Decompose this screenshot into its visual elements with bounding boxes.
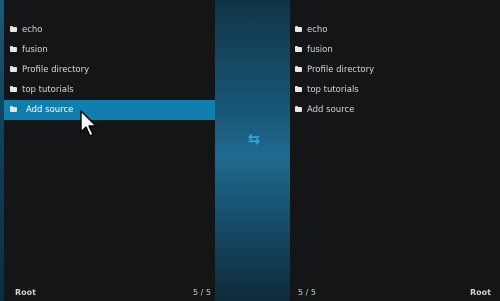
item-label: Profile directory: [307, 65, 375, 75]
folder-icon: [295, 86, 302, 92]
right-item-profile-directory[interactable]: Profile directory: [290, 60, 500, 80]
folder-icon: [295, 46, 302, 52]
left-item-add-source[interactable]: Add source: [4, 100, 215, 120]
folder-icon: [295, 106, 302, 112]
center-divider-panel: ⇆: [215, 0, 290, 301]
folder-icon: [10, 26, 17, 32]
item-label: top tutorials: [307, 85, 359, 95]
item-label: Add source: [26, 105, 74, 115]
left-source-list: echo fusion Profile directory top tutori…: [0, 20, 215, 120]
folder-icon: [295, 26, 302, 32]
item-label: echo: [22, 25, 43, 35]
right-item-add-source[interactable]: Add source: [290, 100, 500, 120]
right-source-list: echo fusion Profile directory top tutori…: [290, 20, 500, 120]
swap-arrows-icon[interactable]: ⇆: [245, 132, 263, 147]
left-file-pane: echo fusion Profile directory top tutori…: [0, 0, 215, 301]
item-label: fusion: [307, 45, 333, 55]
right-item-echo[interactable]: echo: [290, 20, 500, 40]
item-label: top tutorials: [22, 85, 74, 95]
right-item-count: 5 / 5: [298, 288, 316, 297]
folder-icon: [10, 46, 17, 52]
right-file-pane: echo fusion Profile directory top tutori…: [290, 0, 500, 301]
item-label: Profile directory: [22, 65, 90, 75]
left-item-count: 5 / 5: [193, 288, 211, 297]
mouse-pointer-icon: [80, 110, 97, 137]
right-path-label: Root: [470, 288, 491, 297]
left-item-fusion[interactable]: fusion: [0, 40, 215, 60]
item-label: Add source: [307, 105, 355, 115]
right-item-fusion[interactable]: fusion: [290, 40, 500, 60]
left-item-top-tutorials[interactable]: top tutorials: [0, 80, 215, 100]
folder-icon: [10, 106, 17, 112]
folder-icon: [10, 66, 17, 72]
folder-icon: [10, 86, 17, 92]
left-path-label: Root: [15, 288, 36, 297]
item-label: fusion: [22, 45, 48, 55]
left-item-echo[interactable]: echo: [0, 20, 215, 40]
right-item-top-tutorials[interactable]: top tutorials: [290, 80, 500, 100]
folder-icon: [295, 66, 302, 72]
left-item-profile-directory[interactable]: Profile directory: [0, 60, 215, 80]
item-label: echo: [307, 25, 328, 35]
